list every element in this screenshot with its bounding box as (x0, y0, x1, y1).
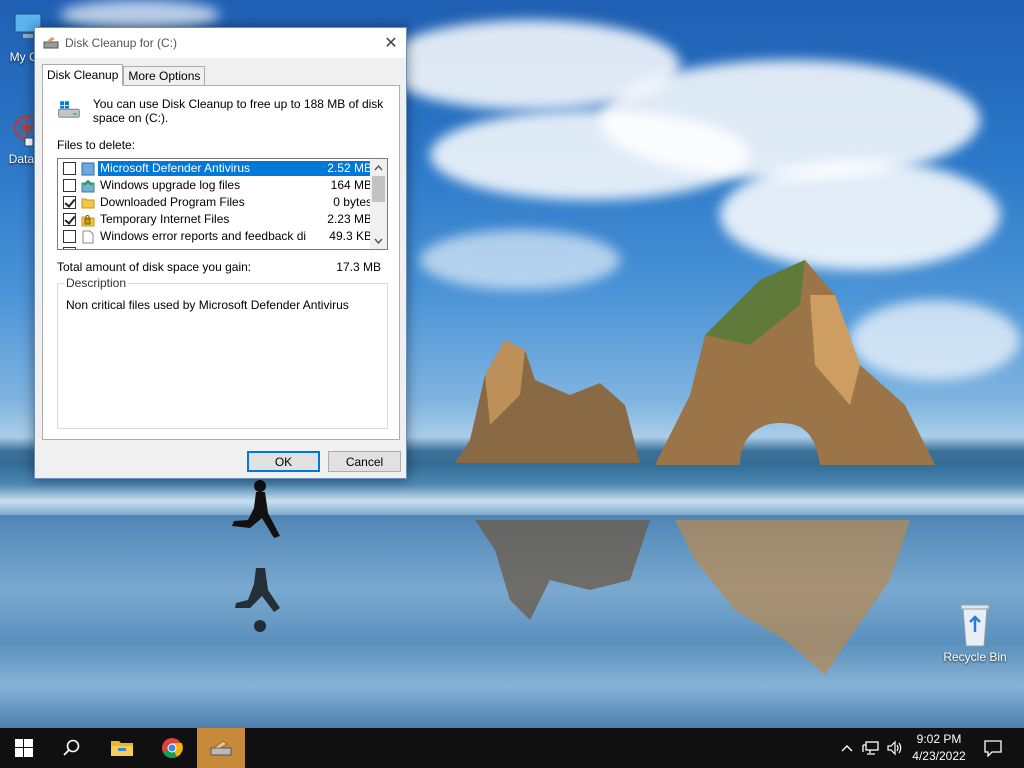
description-legend: Description (64, 276, 129, 290)
defender-icon (81, 162, 95, 175)
scroll-up-arrow[interactable] (370, 159, 387, 176)
folder-icon (81, 198, 95, 208)
list-item[interactable]: Windows upgrade log files 164 MB (58, 177, 372, 194)
list-item[interactable]: Windows error reports and feedback di...… (58, 228, 372, 245)
file-name: Microsoft Defender Antivirus (98, 161, 308, 176)
chrome-button[interactable] (148, 728, 196, 768)
files-list[interactable]: Microsoft Defender Antivirus 2.52 MB Win… (57, 158, 388, 250)
intro-text: You can use Disk Cleanup to free up to 1… (92, 97, 384, 125)
chrome-icon (162, 738, 183, 759)
search-button[interactable] (48, 728, 96, 768)
action-center-button[interactable] (978, 728, 1008, 768)
ok-button[interactable]: OK (247, 451, 320, 472)
list-item[interactable]: Temporary Internet Files 2.23 MB (58, 211, 372, 228)
cloud (430, 110, 750, 200)
windows-logo-icon (15, 739, 33, 757)
files-to-delete-label: Files to delete: (57, 138, 136, 152)
list-item[interactable]: Downloaded Program Files 0 bytes (58, 194, 372, 211)
file-size: 2.52 MB (307, 161, 372, 176)
trash-bin-icon (960, 604, 990, 647)
search-icon (63, 739, 80, 756)
network-button[interactable] (860, 728, 882, 768)
small-rock-reflection (475, 520, 650, 620)
scroll-down-arrow[interactable] (370, 232, 387, 249)
show-hidden-icons-button[interactable] (838, 728, 856, 768)
chevron-up-icon (374, 164, 383, 170)
file-name: Temporary Internet Files (100, 212, 230, 226)
cloud (420, 230, 620, 290)
disk-cleanup-dialog: Disk Cleanup for (C:) ✕ Disk Cleanup Mor… (34, 27, 407, 479)
file-size: 49.3 KB (329, 229, 372, 243)
total-label: Total amount of disk space you gain: (57, 260, 252, 274)
description-text: Non critical files used by Microsoft Def… (66, 298, 349, 312)
checkbox[interactable] (63, 230, 76, 243)
recycle-bin-icon[interactable]: Recycle Bin (940, 602, 1010, 664)
start-button[interactable] (0, 728, 48, 768)
intro: You can use Disk Cleanup to free up to 1… (57, 97, 387, 125)
tab-strip: Disk Cleanup More Options (42, 64, 206, 86)
checkbox[interactable] (63, 247, 76, 249)
cloud (60, 0, 220, 30)
volume-button[interactable] (884, 728, 906, 768)
small-rock (455, 340, 640, 463)
cloud (720, 160, 1000, 270)
tab-disk-cleanup[interactable]: Disk Cleanup (42, 64, 124, 86)
arch-rock-reflection (675, 520, 910, 675)
disk-cleanup-taskbar-button[interactable] (197, 728, 245, 768)
speaker-icon (887, 740, 902, 756)
file-name: Windows upgrade log files (100, 178, 241, 192)
checkbox[interactable] (63, 162, 76, 175)
log-files-icon (81, 179, 95, 192)
clock-time: 9:02 PM (916, 732, 962, 746)
chevron-up-icon (841, 745, 853, 752)
lock-folder-icon (81, 214, 95, 226)
file-size: 2.23 MB (327, 212, 372, 226)
taskbar: 9:02 PM 4/23/2022 (0, 728, 1024, 768)
disk-cleanup-icon (210, 740, 232, 756)
close-icon: ✕ (384, 35, 398, 52)
tab-more-options[interactable]: More Options (123, 66, 206, 86)
scroll-thumb[interactable] (372, 176, 385, 202)
file-size: 164 MB (330, 178, 372, 192)
list-scrollbar[interactable] (370, 159, 387, 249)
checkbox[interactable] (63, 196, 76, 209)
drive-icon (58, 101, 80, 118)
disk-cleanup-icon (43, 37, 59, 49)
folder-icon (111, 741, 133, 756)
network-icon (862, 741, 879, 755)
desktop-icon-label: Recycle Bin (943, 650, 1007, 664)
checkbox[interactable] (63, 213, 76, 226)
file-explorer-button[interactable] (98, 728, 146, 768)
total-value: 17.3 MB (336, 260, 381, 274)
dialog-title: Disk Cleanup for (C:) (65, 36, 178, 50)
checkbox[interactable] (63, 179, 76, 192)
description-group: Description Non critical files used by M… (57, 276, 388, 429)
clock[interactable]: 9:02 PM 4/23/2022 (904, 731, 974, 765)
file-name: Windows error reports and feedback di... (100, 229, 308, 243)
file-size: 0 bytes (333, 195, 372, 209)
tab-panel: You can use Disk Cleanup to free up to 1… (42, 85, 400, 440)
chevron-down-icon (374, 238, 383, 244)
runner-silhouette (232, 480, 280, 632)
list-item[interactable] (58, 245, 372, 249)
notification-icon (984, 740, 1002, 757)
title-bar[interactable]: Disk Cleanup for (C:) ✕ (35, 28, 406, 58)
clock-date: 4/23/2022 (912, 749, 966, 763)
cancel-button[interactable]: Cancel (328, 451, 401, 472)
document-icon (82, 230, 94, 243)
arch-rock (655, 260, 935, 465)
file-name: Downloaded Program Files (100, 195, 245, 209)
close-button[interactable]: ✕ (376, 28, 406, 58)
list-item[interactable]: Microsoft Defender Antivirus 2.52 MB (58, 160, 372, 177)
